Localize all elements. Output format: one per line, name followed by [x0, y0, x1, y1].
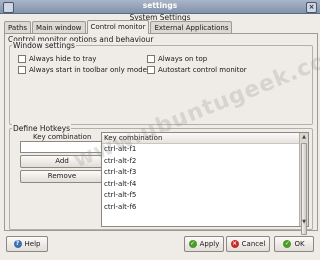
help-button-label: Help [24, 240, 41, 248]
tab-external-applications[interactable]: External Applications [150, 21, 233, 33]
autostart-control-monitor-checkbox[interactable]: Autostart control monitor [147, 66, 247, 74]
cancel-icon: × [230, 240, 239, 248]
scroll-up-icon[interactable]: ▲ [300, 133, 308, 141]
window-settings-label: Window settings [12, 41, 76, 50]
tab-paths[interactable]: Paths [4, 21, 32, 33]
list-item[interactable]: ctrl-alt-f2 [102, 156, 308, 168]
key-combination-input[interactable] [20, 141, 104, 153]
checkbox-label: Always on top [158, 55, 208, 63]
control-monitor-panel: Control monitor options and behaviour Wi… [4, 33, 318, 235]
window-titlebar: settings × [0, 0, 320, 14]
always-on-top-checkbox[interactable]: Always on top [147, 55, 207, 63]
define-hotkeys-label: Define Hotkeys [12, 124, 72, 133]
tab-main-window[interactable]: Main window [32, 21, 86, 33]
ok-button[interactable]: ✓ OK [274, 236, 314, 252]
hotkey-list-header[interactable]: Key combination [102, 133, 308, 144]
checkmark-icon: ✓ [188, 240, 197, 248]
checkbox-box [18, 66, 26, 74]
checkbox-label: Always hide to tray [29, 55, 97, 63]
checkbox-box [147, 66, 155, 74]
checkbox-label: Autostart control monitor [158, 66, 247, 74]
cancel-button[interactable]: × Cancel [226, 236, 270, 252]
list-item[interactable]: ctrl-alt-f6 [102, 202, 308, 214]
checkbox-box [18, 55, 26, 63]
checkmark-icon: ✓ [283, 240, 292, 248]
scroll-down-icon[interactable]: ▼ [300, 218, 308, 226]
window-title: settings [142, 1, 178, 10]
apply-button-label: Apply [199, 240, 220, 248]
window-close-button[interactable]: × [306, 2, 317, 13]
always-start-toolbar-checkbox[interactable]: Always start in toolbar only mode [18, 66, 147, 74]
help-button[interactable]: ? Help [6, 236, 48, 252]
hotkey-list-scrollbar[interactable]: ▲ ▼ [299, 133, 308, 235]
checkbox-label: Always start in toolbar only mode [29, 66, 147, 74]
add-hotkey-button[interactable]: Add [20, 155, 104, 168]
tab-control-monitor[interactable]: Control monitor [86, 20, 150, 34]
always-hide-to-tray-checkbox[interactable]: Always hide to tray [18, 55, 96, 63]
remove-hotkey-button[interactable]: Remove [20, 170, 104, 183]
hotkey-list[interactable]: Key combination ctrl-alt-f1 ctrl-alt-f2 … [101, 132, 309, 235]
list-item[interactable]: ctrl-alt-f4 [102, 179, 308, 191]
list-item[interactable]: ctrl-alt-f3 [102, 167, 308, 179]
tab-bar: Paths Main window Control monitor Extern… [4, 20, 233, 34]
apply-button[interactable]: ✓ Apply [184, 236, 224, 252]
key-combination-label: Key combination [33, 133, 92, 141]
ok-button-label: OK [294, 240, 305, 248]
list-item[interactable]: ctrl-alt-f1 [102, 144, 308, 156]
list-item[interactable]: ctrl-alt-f5 [102, 190, 308, 202]
cancel-button-label: Cancel [241, 240, 266, 248]
help-icon: ? [13, 240, 22, 248]
checkbox-box [147, 55, 155, 63]
